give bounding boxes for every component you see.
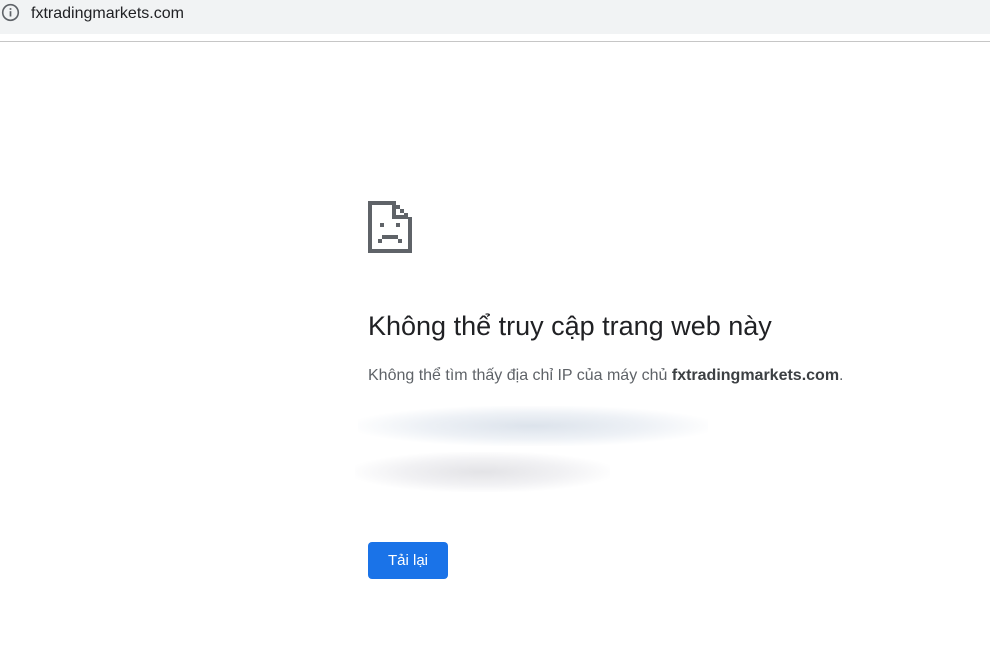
- url-text[interactable]: fxtradingmarkets.com: [31, 4, 184, 24]
- browser-error-page: fxtradingmarkets.com Không thể truy cập …: [0, 0, 990, 660]
- error-title: Không thể truy cập trang web này: [368, 311, 772, 341]
- blurred-suggestion-line: [358, 406, 708, 446]
- address-bar[interactable]: fxtradingmarkets.com: [0, 0, 990, 34]
- info-circle-icon[interactable]: [1, 3, 20, 22]
- error-message-end: .: [839, 367, 844, 384]
- error-host: fxtradingmarkets.com: [671, 367, 840, 384]
- error-message: Không thể tìm thấy địa chỉ IP của máy ch…: [368, 365, 844, 387]
- blurred-error-code-line: [355, 452, 610, 492]
- reload-button[interactable]: Tải lại: [368, 542, 448, 579]
- sad-document-icon: [368, 201, 412, 253]
- toolbar-divider: [0, 41, 990, 42]
- error-message-text: Không thể tìm thấy địa chỉ IP của máy ch…: [368, 367, 672, 384]
